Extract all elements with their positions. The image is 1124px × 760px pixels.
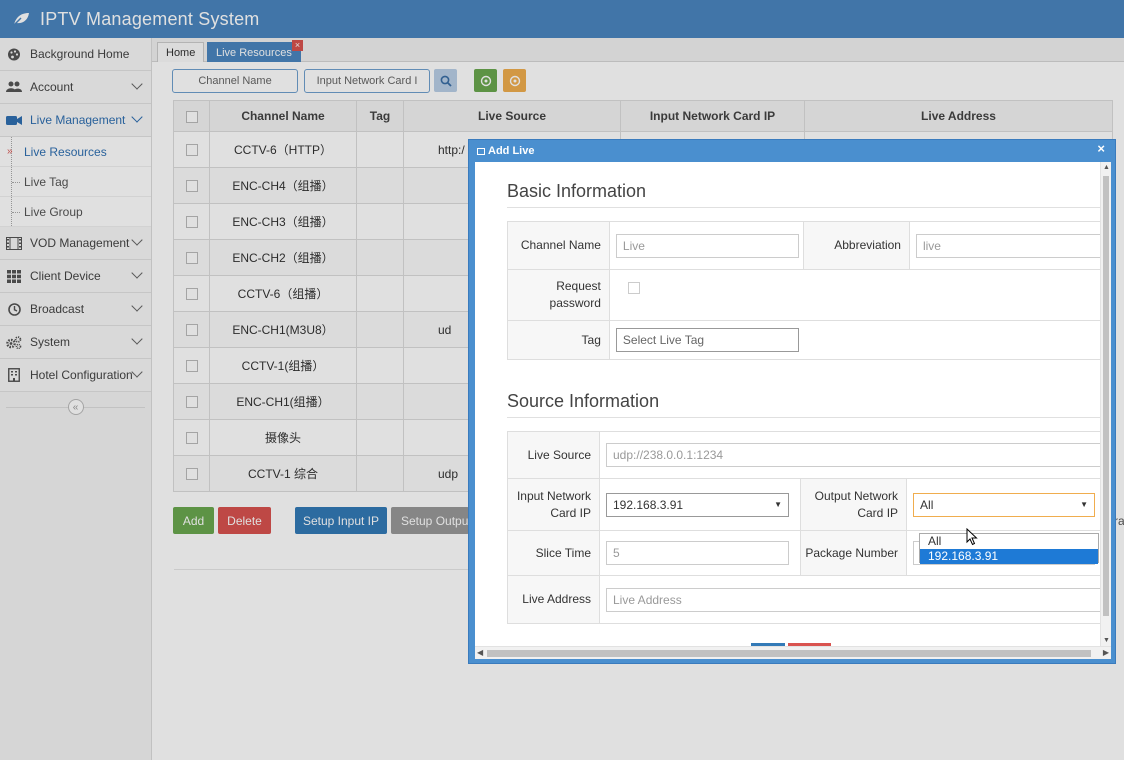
- slice-time-label: Slice Time: [507, 530, 600, 576]
- basic-info-form: Channel Name Live Abbreviation live Requ…: [507, 221, 1108, 360]
- vertical-scroll-thumb[interactable]: [1103, 176, 1109, 616]
- live-address-label: Live Address: [507, 575, 600, 624]
- dialog-title: Add Live: [488, 145, 535, 157]
- source-info-form: Live Source udp://238.0.0.1:1234 Input N…: [507, 431, 1107, 624]
- live-source-label: Live Source: [507, 431, 600, 479]
- channel-name-input[interactable]: Live: [615, 233, 799, 258]
- close-dialog-icon[interactable]: ×: [1097, 141, 1105, 156]
- vertical-scrollbar[interactable]: ▲ ▼: [1100, 162, 1111, 646]
- dialog-body: Basic Information Channel Name Live Abbr…: [475, 162, 1111, 659]
- dropdown-option-all[interactable]: All: [920, 534, 1098, 549]
- input-network-card-ip-label: Input Network Card IP: [507, 478, 600, 531]
- request-password-checkbox[interactable]: [627, 281, 640, 294]
- package-number-label: Package Number: [799, 530, 908, 576]
- caret-down-icon: ▼: [774, 499, 782, 509]
- mouse-cursor-icon: [966, 528, 978, 546]
- dropdown-option-192-168-3-91[interactable]: 192.168.3.91: [920, 549, 1098, 564]
- slice-time-input[interactable]: 5: [606, 541, 789, 565]
- tag-label: Tag: [507, 320, 610, 360]
- output-network-card-ip-dropdown: All 192.168.3.91: [919, 533, 1099, 564]
- tag-select[interactable]: Select Live Tag: [615, 328, 799, 352]
- live-source-input[interactable]: udp://238.0.0.1:1234: [606, 443, 1106, 467]
- request-password-label: Request password: [507, 269, 610, 321]
- caret-down-icon: ▼: [1080, 499, 1089, 509]
- scroll-down-icon[interactable]: ▼: [1103, 637, 1110, 644]
- abbreviation-label: Abbreviation: [802, 221, 910, 270]
- section-divider: [507, 417, 1101, 418]
- channel-name-label: Channel Name: [507, 221, 610, 270]
- scroll-up-icon[interactable]: ▲: [1103, 164, 1110, 171]
- output-network-card-ip-select[interactable]: All ▼: [913, 492, 1096, 517]
- window-icon: [477, 147, 485, 155]
- scroll-right-icon[interactable]: ▶: [1103, 648, 1109, 657]
- abbreviation-input[interactable]: live: [915, 233, 1106, 258]
- basic-information-heading: Basic Information: [507, 181, 647, 201]
- horizontal-scrollbar[interactable]: ◀ ▶: [475, 646, 1111, 659]
- source-information-heading: Source Information: [507, 391, 660, 411]
- input-network-card-ip-select[interactable]: 192.168.3.91 ▼: [606, 492, 789, 517]
- output-network-card-ip-label: Output Network Card IP: [799, 478, 908, 531]
- horizontal-scroll-thumb[interactable]: [487, 650, 1091, 657]
- scroll-left-icon[interactable]: ◀: [477, 648, 483, 657]
- dialog-title-bar: Add Live: [477, 145, 534, 157]
- section-divider: [507, 207, 1101, 208]
- live-address-input[interactable]: Live Address: [606, 587, 1106, 612]
- add-live-dialog: Add Live × Basic Information Channel Nam…: [468, 139, 1116, 664]
